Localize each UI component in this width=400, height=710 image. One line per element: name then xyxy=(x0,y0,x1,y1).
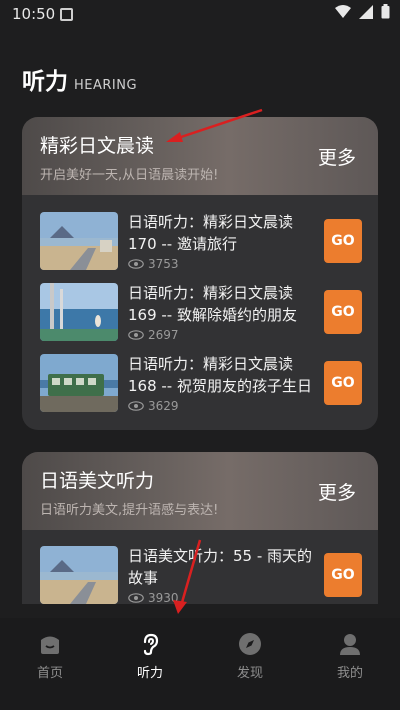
item-title: 日语美文听力：55 - 雨天的故事 xyxy=(128,547,313,587)
nav-label: 我的 xyxy=(336,666,363,681)
view-count-value: 3629 xyxy=(148,399,179,413)
go-button[interactable]: GO xyxy=(324,219,362,263)
section-header: 精彩日文晨读 开启美好一天,从日语晨读开始! 更多 xyxy=(22,117,378,195)
item-title: 日语听力：精彩日文晨读169 -- 致解除婚约的朋友 xyxy=(128,284,297,324)
section-desc: 日语听力美文,提升语感与表达! xyxy=(40,503,219,518)
person-icon xyxy=(340,634,360,655)
signal-icon xyxy=(359,4,373,19)
section-desc: 开启美好一天,从日语晨读开始! xyxy=(40,168,219,183)
view-count-value: 3753 xyxy=(148,257,179,271)
view-count-value: 3930 xyxy=(148,591,179,604)
ear-icon xyxy=(143,633,159,656)
bottom-nav: 首页 听力 发现 我的 xyxy=(0,618,400,710)
section-title: 精彩日文晨读 xyxy=(40,135,155,157)
status-icons xyxy=(335,4,390,19)
battery-icon xyxy=(381,4,390,19)
item-title: 日语听力：精彩日文晨读170 -- 邀请旅行 xyxy=(128,213,294,253)
notification-icon xyxy=(60,8,73,21)
view-count: 2697 xyxy=(128,328,179,342)
section-card-essay-listening: 日语美文听力 日语听力美文,提升语感与表达! 更多 日语美文听力：55 - 雨天… xyxy=(22,452,378,604)
nav-label: 发现 xyxy=(236,666,263,681)
nav-label: 首页 xyxy=(36,666,63,681)
nav-label: 听力 xyxy=(136,666,163,681)
thumbnail-image xyxy=(40,212,118,270)
eye-icon xyxy=(128,259,144,269)
nav-item-profile[interactable]: 我的 xyxy=(310,632,390,681)
compass-icon xyxy=(239,633,261,655)
thumbnail-image xyxy=(40,283,118,341)
list-item[interactable]: 日语听力：精彩日文晨读169 -- 致解除婚约的朋友 2697 GO xyxy=(40,283,362,343)
section-header: 日语美文听力 日语听力美文,提升语感与表达! 更多 xyxy=(22,452,378,530)
page-title: 听力 xyxy=(22,69,68,95)
go-button[interactable]: GO xyxy=(324,553,362,597)
view-count: 3930 xyxy=(128,591,179,604)
nav-item-home[interactable]: 首页 xyxy=(10,632,90,681)
go-button[interactable]: GO xyxy=(324,361,362,405)
list-item[interactable]: 日语听力：精彩日文晨读168 -- 祝贺朋友的孩子生日 3629 GO xyxy=(40,354,362,414)
nav-item-discover[interactable]: 发现 xyxy=(210,632,290,681)
status-time: 10:50 xyxy=(12,5,56,23)
home-icon xyxy=(41,636,59,654)
more-link[interactable]: 更多 xyxy=(318,478,356,505)
page-subtitle: HEARING xyxy=(74,78,138,93)
section-title: 日语美文听力 xyxy=(40,470,155,492)
section-card-morning-reading: 精彩日文晨读 开启美好一天,从日语晨读开始! 更多 日语听力：精彩日文晨读170… xyxy=(22,117,378,430)
page-header: 听力 HEARING xyxy=(22,62,137,96)
view-count: 3753 xyxy=(128,257,179,271)
go-button[interactable]: GO xyxy=(324,290,362,334)
eye-icon xyxy=(128,593,144,603)
eye-icon xyxy=(128,330,144,340)
status-bar: 10:50 xyxy=(0,0,400,28)
eye-icon xyxy=(128,401,144,411)
wifi-icon xyxy=(335,4,351,18)
item-title: 日语听力：精彩日文晨读168 -- 祝贺朋友的孩子生日 xyxy=(128,355,312,395)
more-link[interactable]: 更多 xyxy=(318,143,356,170)
list-item[interactable]: 日语美文听力：55 - 雨天的故事 3930 GO xyxy=(40,546,362,604)
list-item[interactable]: 日语听力：精彩日文晨读170 -- 邀请旅行 3753 GO xyxy=(40,212,362,272)
view-count-value: 2697 xyxy=(148,328,179,342)
nav-item-listening[interactable]: 听力 xyxy=(110,632,190,681)
thumbnail-image xyxy=(40,354,118,412)
view-count: 3629 xyxy=(128,399,179,413)
thumbnail-image xyxy=(40,546,118,604)
